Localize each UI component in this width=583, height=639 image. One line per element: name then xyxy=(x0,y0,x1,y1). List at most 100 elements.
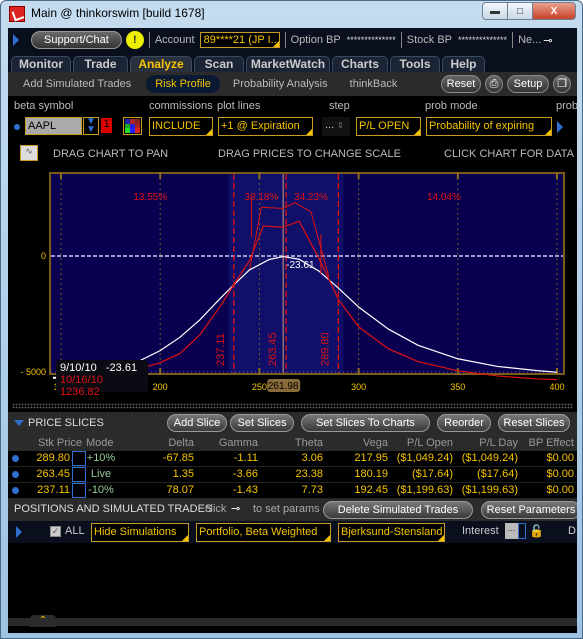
col-pl-day[interactable]: P/L Day xyxy=(453,437,518,449)
x-tick-label: 200 xyxy=(153,382,168,392)
pl-mode-dropdown[interactable]: P/L OPEN xyxy=(356,117,421,136)
interest-stepper[interactable] xyxy=(518,523,526,539)
tab-scan[interactable]: Scan xyxy=(194,56,244,73)
close-button[interactable]: X xyxy=(532,2,576,20)
link-badge[interactable]: 1 xyxy=(101,118,112,133)
peak-value-label: -23.61 xyxy=(286,260,315,271)
tab-monitor[interactable]: Monitor xyxy=(11,56,71,73)
expand-arrow-icon[interactable] xyxy=(16,526,22,538)
stock-bp-value: ************** xyxy=(458,35,508,45)
title-bar[interactable]: Main @ thinkorswim [build 1678] ▬ □ X xyxy=(1,1,583,27)
double-chevron-up-icon: ⌃ xyxy=(38,615,48,626)
x-tick-label: 300 xyxy=(351,382,366,392)
set-slices-to-charts-button[interactable]: Set Slices To Charts xyxy=(301,414,430,432)
tab-analyze[interactable]: Analyze xyxy=(130,56,192,73)
slice-row[interactable]: 237.11 -10% 78.07 -1.43 7.73 192.45 ($1,199.63… xyxy=(8,483,577,499)
risk-profile-chart[interactable]: 150200250300350400 0- 5000 237.11263.452… xyxy=(8,170,577,430)
tab-tools[interactable]: Tools xyxy=(390,56,440,73)
reorder-button[interactable]: Reorder xyxy=(437,414,491,432)
price-stepper[interactable] xyxy=(72,483,86,498)
news-label[interactable]: Ne... xyxy=(518,34,541,46)
price-slice-label: 237.11 xyxy=(215,333,227,366)
subtab-probability-analysis[interactable]: Probability Analysis xyxy=(224,75,337,93)
cell-pl-open: ($1,199.63) xyxy=(396,484,453,496)
delete-simulated-trades-button[interactable]: Delete Simulated Trades xyxy=(323,501,473,519)
symbol-lookup-icon[interactable]: ▼ ▼ xyxy=(83,117,99,135)
detach-window-icon: ❐ xyxy=(557,78,567,90)
cell-delta: 1.35 xyxy=(172,468,194,480)
all-checkbox[interactable]: ✓ xyxy=(50,526,61,537)
reset-slices-button[interactable]: Reset Slices xyxy=(498,414,570,432)
tab-charts[interactable]: Charts xyxy=(332,56,388,73)
col-stk-price[interactable]: Stk Price xyxy=(22,437,82,449)
probability-label: 13.55% xyxy=(133,192,167,203)
reset-button[interactable]: Reset xyxy=(441,75,481,93)
cell-delta: -67.85 xyxy=(162,452,194,464)
maximize-button[interactable]: □ xyxy=(507,2,533,20)
printer-icon: ⎙ xyxy=(489,78,499,90)
subtab-risk-profile[interactable]: Risk Profile xyxy=(146,75,220,93)
print-button[interactable]: ⎙ xyxy=(485,75,503,93)
wrench-icon[interactable]: ⊸ xyxy=(543,34,552,47)
support-chat-button[interactable]: Support/Chat xyxy=(31,31,122,49)
close-icon: X xyxy=(550,5,558,17)
slice-dot xyxy=(12,455,19,462)
cell-price[interactable]: 289.80 xyxy=(22,452,70,464)
interest-input[interactable]: ... xyxy=(505,523,518,539)
portfolio-dropdown[interactable]: Portfolio, Beta Weighted xyxy=(196,523,331,542)
col-mode[interactable]: Mode xyxy=(86,437,118,449)
col-bp-effect[interactable]: BP Effect xyxy=(518,437,574,449)
detach-button[interactable]: ❐ xyxy=(553,75,571,93)
cell-vega: 192.45 xyxy=(354,484,388,496)
price-stepper[interactable] xyxy=(72,451,86,466)
warning-icon[interactable]: ! xyxy=(125,31,144,49)
divider xyxy=(400,32,402,48)
commissions-dropdown[interactable]: INCLUDE xyxy=(149,117,213,136)
lock-icon[interactable]: 🔓 xyxy=(529,524,544,538)
col-delta[interactable]: Delta xyxy=(128,437,194,449)
tab-marketwatch[interactable]: MarketWatch xyxy=(246,56,330,73)
splitter-handle[interactable] xyxy=(12,403,573,409)
tooltip-value-2: 1236.82 xyxy=(60,386,100,398)
prob-label: prob xyxy=(556,100,577,112)
color-grid-button[interactable] xyxy=(123,117,142,135)
pricing-model-dropdown[interactable]: Bjerksund-Stensland xyxy=(338,523,445,542)
expand-arrow-icon[interactable] xyxy=(557,121,563,133)
tab-help[interactable]: Help xyxy=(442,56,485,73)
beta-symbol-input[interactable]: AAPL xyxy=(25,117,82,135)
expand-arrow-icon[interactable] xyxy=(13,34,19,46)
cell-bp: $0.00 xyxy=(546,452,574,464)
divider xyxy=(512,32,514,48)
price-stepper[interactable] xyxy=(72,467,86,482)
wrench-icon[interactable]: ⊸ xyxy=(231,502,240,515)
tab-trade[interactable]: Trade xyxy=(73,56,128,73)
option-bp-value: ************** xyxy=(346,35,396,45)
set-slices-button[interactable]: Set Slices xyxy=(230,414,294,432)
col-vega[interactable]: Vega xyxy=(323,437,388,449)
slice-row[interactable]: 263.45 Live 1.35 -3.66 23.38 180.19 ($17.64) ($… xyxy=(8,467,577,483)
cell-price[interactable]: 237.11 xyxy=(22,484,70,496)
minimize-icon: ▬ xyxy=(490,5,500,17)
minimize-button[interactable]: ▬ xyxy=(482,2,508,20)
expand-panel-button[interactable]: ⌃ xyxy=(30,615,56,627)
setup-button[interactable]: Setup xyxy=(507,75,549,93)
plot-lines-dropdown[interactable]: +1 @ Expiration xyxy=(218,117,313,136)
step-input[interactable]: ... ⇕ xyxy=(322,117,350,136)
account-selector[interactable]: 89****21 (JP I... xyxy=(199,32,280,48)
col-pl-open[interactable]: P/L Open xyxy=(388,437,453,449)
collapse-icon[interactable] xyxy=(14,420,24,426)
chart-type-icon[interactable]: ∿ xyxy=(20,145,38,161)
subtab-thinkback[interactable]: thinkBack xyxy=(341,75,407,93)
add-slice-button[interactable]: Add Slice xyxy=(167,414,227,432)
prob-mode-dropdown[interactable]: Probability of expiring xyxy=(426,117,552,136)
subtab-add-simulated-trades[interactable]: Add Simulated Trades xyxy=(14,75,140,93)
simulations-dropdown[interactable]: Hide Simulations xyxy=(91,523,189,542)
slice-row[interactable]: 289.80 +10% -67.85 -1.11 3.06 217.95 ($1,049.2… xyxy=(8,451,577,467)
cell-bp: $0.00 xyxy=(546,484,574,496)
cell-price[interactable]: 263.45 xyxy=(22,468,70,480)
reset-parameters-button[interactable]: Reset Parameters xyxy=(481,501,577,519)
col-theta[interactable]: Theta xyxy=(258,437,323,449)
stepper-icon[interactable]: ⇕ xyxy=(337,121,344,130)
col-gamma[interactable]: Gamma xyxy=(194,437,258,449)
cell-theta: 7.73 xyxy=(301,484,323,496)
